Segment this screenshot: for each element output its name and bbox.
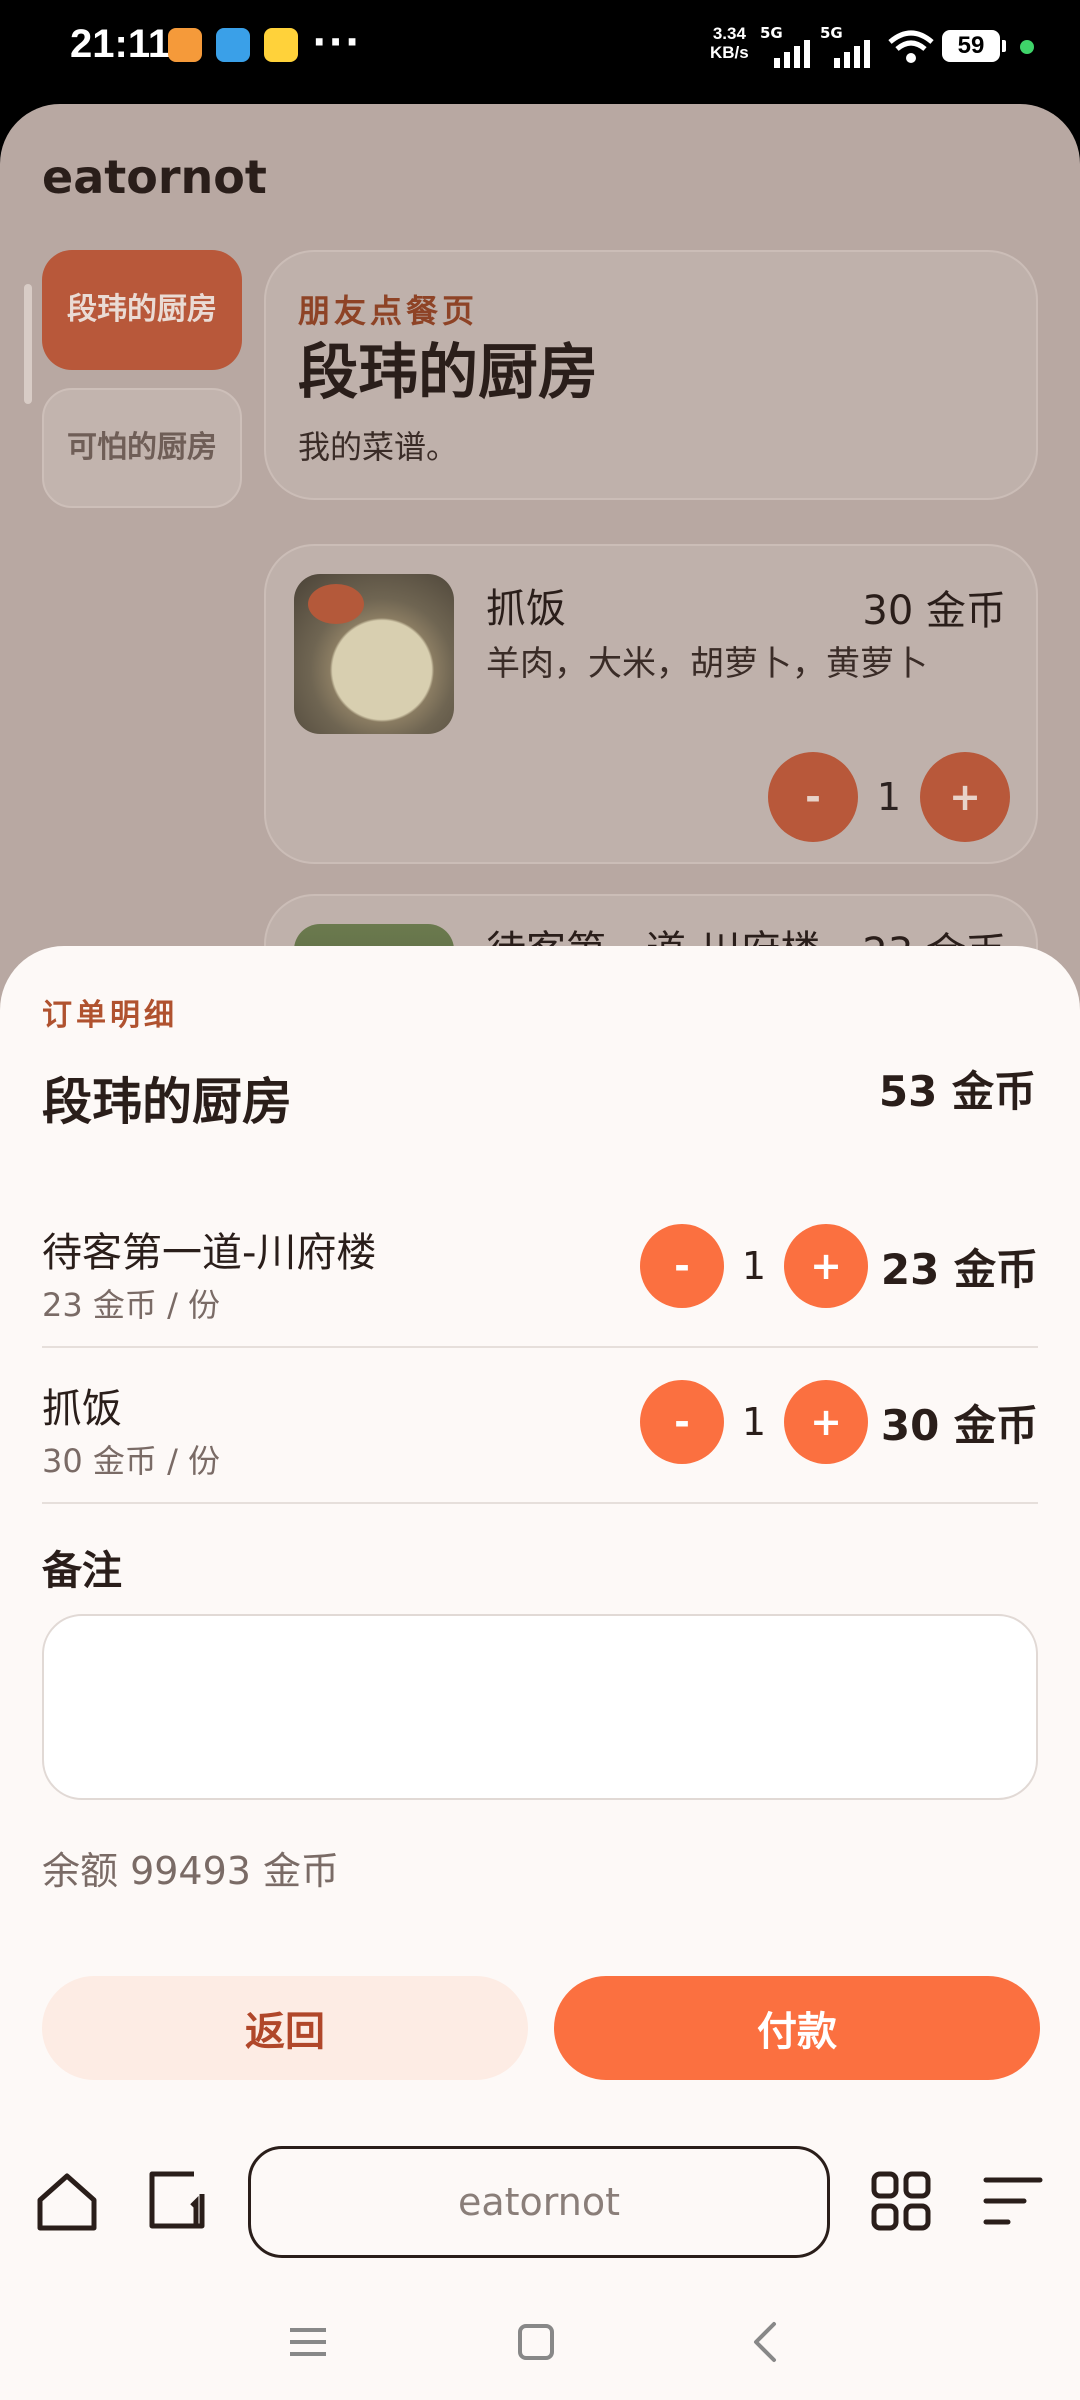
order-item-name: 待客第一道-川府楼 [42, 1230, 377, 1276]
quantity-value: 1 [741, 1400, 767, 1444]
kitchen-header-card: 朋友点餐页 段玮的厨房 我的菜谱。 [264, 250, 1038, 500]
telegram-icon [216, 28, 250, 62]
increase-button[interactable]: + [784, 1380, 868, 1464]
address-bar[interactable]: eatornot [248, 2146, 830, 2258]
quantity-stepper: - 1 + [768, 752, 1010, 842]
kitchen-description: 我的菜谱。 [298, 428, 459, 466]
decrease-button[interactable]: - [768, 752, 858, 842]
divider [42, 1346, 1038, 1348]
increase-button[interactable]: + [784, 1224, 868, 1308]
menu-icon[interactable] [978, 2166, 1048, 2236]
quantity-value: 1 [876, 775, 902, 819]
order-detail-sheet: 订单明细 段玮的厨房 53 金币 待客第一道-川府楼 23 金币 / 份 - 1… [0, 946, 1080, 2116]
quantity-stepper: - 1 + 23 金币 [640, 1224, 1038, 1308]
dish-photo [294, 574, 454, 734]
dish-price: 30 金币 [862, 588, 1006, 634]
sheet-kitchen-title: 段玮的厨房 [42, 1073, 292, 1131]
order-item-row: 抓饭 30 金币 / 份 - 1 + 30 金币 [42, 1360, 1038, 1514]
dish-card: 抓饭 30 金币 羊肉，大米，胡萝卜，黄萝卜 - 1 + [264, 544, 1038, 864]
notification-app-icon [168, 28, 202, 62]
dish-ingredients: 羊肉，大米，胡萝卜，黄萝卜 [486, 644, 928, 684]
net-speed-value: 3.34 [712, 24, 746, 43]
kitchen-title: 段玮的厨房 [298, 338, 598, 408]
app-title: eatornot [42, 150, 267, 204]
kitchen-tab-kepa[interactable]: 可怕的厨房 [42, 388, 242, 508]
recent-apps-icon[interactable] [278, 2312, 338, 2372]
system-navigation-bar [0, 2286, 1080, 2400]
dish-name: 抓饭 [486, 586, 566, 632]
home-nav-icon[interactable] [506, 2312, 566, 2372]
kitchen-tab-duanwei[interactable]: 段玮的厨房 [42, 250, 242, 370]
status-bar: 21:11 ··· 3.34 KB/s 5G 5G 59 [0, 0, 1080, 100]
quantity-stepper: - 1 + 30 金币 [640, 1380, 1038, 1464]
order-item-name: 抓饭 [42, 1386, 122, 1432]
divider [42, 1502, 1038, 1504]
balance-text: 余额 99493 金币 [42, 1849, 340, 1893]
decrease-button[interactable]: - [640, 1380, 724, 1464]
net-speed-unit: KB/s [710, 43, 749, 62]
browser-toolbar: eatornot [0, 2116, 1080, 2286]
network-speed: 3.34 KB/s [710, 24, 749, 62]
pay-button[interactable]: 付款 [554, 1976, 1040, 2080]
quantity-value: 1 [741, 1244, 767, 1288]
signal-icon: 5G [820, 24, 880, 68]
increase-button[interactable]: + [920, 752, 1010, 842]
order-item-subtotal: 23 金币 [880, 1244, 1038, 1294]
tabs-icon[interactable] [142, 2166, 212, 2236]
scroll-indicator [24, 284, 32, 404]
meituan-icon [264, 28, 298, 62]
wifi-icon [888, 30, 934, 63]
home-icon[interactable] [32, 2166, 102, 2236]
back-button[interactable]: 返回 [42, 1976, 528, 2080]
back-nav-icon[interactable] [736, 2312, 796, 2372]
order-item-unit-price: 23 金币 / 份 [42, 1286, 221, 1324]
privacy-dot-icon [1020, 40, 1034, 54]
note-label: 备注 [42, 1548, 122, 1594]
order-total: 53 金币 [878, 1067, 1036, 1116]
order-item-subtotal: 30 金币 [880, 1400, 1038, 1450]
battery-icon: 59 [942, 30, 1006, 62]
clock: 21:11 [70, 22, 171, 66]
decrease-button[interactable]: - [640, 1224, 724, 1308]
order-item-row: 待客第一道-川府楼 23 金币 / 份 - 1 + 23 金币 [42, 1204, 1038, 1358]
more-notifications-icon: ··· [312, 20, 362, 64]
apps-grid-icon[interactable] [866, 2166, 936, 2236]
order-item-unit-price: 30 金币 / 份 [42, 1442, 221, 1480]
sheet-caption: 订单明细 [42, 998, 178, 1033]
signal-icon: 5G [760, 24, 820, 68]
note-input[interactable] [42, 1614, 1038, 1800]
